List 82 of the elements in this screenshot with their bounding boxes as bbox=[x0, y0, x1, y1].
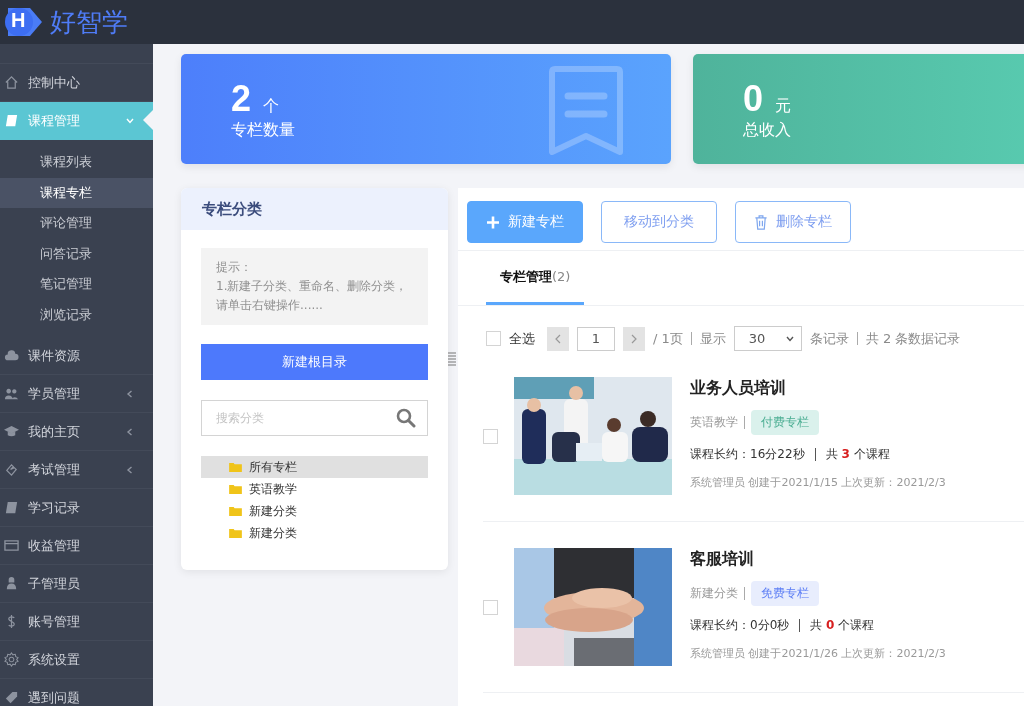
column-title[interactable]: 客服培训 bbox=[690, 549, 946, 577]
checkbox[interactable] bbox=[483, 428, 498, 444]
search-icon bbox=[396, 408, 416, 428]
sidebar-item[interactable]: 课件资源 bbox=[0, 337, 153, 375]
category-label: 新建分类 bbox=[690, 584, 738, 602]
stat-unit: 个 bbox=[263, 96, 280, 115]
per-page-label: 条记录 bbox=[809, 329, 849, 348]
sidebar-item[interactable]: 考试管理 bbox=[0, 451, 153, 489]
submenu-item[interactable]: 浏览记录 bbox=[0, 299, 153, 330]
select-all-label: 全选 bbox=[509, 329, 535, 348]
next-page-button[interactable] bbox=[623, 326, 645, 351]
duration-text: 课程长约：16分22秒 bbox=[690, 445, 805, 463]
plus-icon bbox=[486, 214, 500, 230]
submenu-item[interactable]: 笔记管理 bbox=[0, 269, 153, 300]
sidebar-item[interactable]: 账号管理 bbox=[0, 603, 153, 641]
tag-icon bbox=[4, 690, 19, 705]
active-pointer-icon bbox=[143, 110, 153, 130]
folder-icon bbox=[229, 506, 242, 516]
book-icon bbox=[4, 500, 19, 515]
stat-value: 2 bbox=[231, 78, 252, 119]
submenu-item[interactable]: 问答记录 bbox=[0, 238, 153, 269]
meta-text: 系统管理员 创建于2021/1/15 上次更新：2021/2/3 bbox=[690, 474, 946, 491]
sidebar-item[interactable]: 系统设置 bbox=[0, 641, 153, 679]
stat-value: 0 bbox=[743, 78, 764, 119]
users-icon bbox=[4, 386, 19, 401]
stat-unit: 元 bbox=[775, 96, 792, 115]
column-title[interactable]: 业务人员培训 bbox=[690, 378, 946, 406]
submenu-item[interactable]: 课程列表 bbox=[0, 147, 153, 178]
logo-letter: H bbox=[11, 9, 26, 32]
tree-item[interactable]: 英语教学 bbox=[201, 478, 428, 500]
tag: 付费专栏 bbox=[751, 409, 819, 435]
course-count: 共 3 个课程 bbox=[825, 445, 890, 463]
search-field[interactable]: 搜索分类 bbox=[201, 400, 428, 436]
sidebar-item[interactable]: 学员管理 bbox=[0, 375, 153, 413]
previous-page-button[interactable] bbox=[547, 326, 569, 351]
new-root-button[interactable]: 新建根目录 bbox=[201, 344, 428, 380]
folder-icon bbox=[229, 528, 242, 538]
course-count: 共 0 个课程 bbox=[810, 616, 875, 634]
page-input[interactable]: 1 bbox=[577, 326, 615, 351]
sidebar-item[interactable]: 收益管理 bbox=[0, 527, 153, 565]
panel-title: 专栏分类 bbox=[202, 199, 262, 219]
tree-item[interactable]: 新建分类 bbox=[201, 522, 428, 544]
stat-label: 总收入 bbox=[743, 120, 792, 141]
sidebar-item[interactable]: 遇到问题 bbox=[0, 679, 153, 706]
checkbox[interactable] bbox=[486, 331, 501, 346]
gear-icon bbox=[4, 652, 19, 667]
chevron-left-icon bbox=[125, 464, 135, 475]
bookmark-icon bbox=[546, 66, 626, 156]
tab[interactable]: 专栏管理(2) bbox=[486, 251, 585, 305]
total-records: 共 2 条数据记录 bbox=[865, 329, 961, 348]
show-label: 显示 bbox=[699, 329, 726, 348]
hint-text: 1.新建子分类、重命名、删除分类，请单击右键操作...... bbox=[216, 278, 409, 314]
submenu-item[interactable]: 课程专栏 bbox=[0, 177, 153, 208]
sidebar-item[interactable]: 我的主页 bbox=[0, 413, 153, 451]
tag: 免费专栏 bbox=[751, 580, 819, 606]
book-icon bbox=[4, 113, 19, 128]
submenu-item[interactable]: 评论管理 bbox=[0, 208, 153, 239]
folder-icon bbox=[229, 462, 242, 472]
chevron-left-icon bbox=[125, 388, 135, 399]
user-icon bbox=[4, 576, 19, 591]
app-name: 好智学 bbox=[50, 5, 128, 39]
sidebar-item[interactable]: 子管理员 bbox=[0, 565, 153, 603]
resize-handle-icon[interactable] bbox=[448, 352, 456, 368]
home-icon bbox=[4, 75, 19, 90]
cap-icon bbox=[4, 424, 19, 439]
cloud-icon bbox=[4, 348, 19, 363]
tree-item[interactable]: 新建分类 bbox=[201, 500, 428, 522]
folder-icon bbox=[229, 484, 242, 494]
stat-label: 专栏数量 bbox=[231, 120, 296, 141]
tree-item[interactable]: 所有专栏 bbox=[201, 456, 428, 478]
checkbox[interactable] bbox=[483, 599, 498, 615]
duration-text: 课程长约：0分0秒 bbox=[690, 616, 790, 634]
page-count: / 1页 bbox=[653, 329, 683, 348]
meta-text: 系统管理员 创建于2021/1/26 上次更新：2021/2/3 bbox=[690, 645, 946, 662]
logo-icon bbox=[4, 6, 44, 38]
page-size-select[interactable]: 30 bbox=[733, 326, 802, 351]
sidebar-item[interactable]: 学习记录 bbox=[0, 489, 153, 527]
category-label: 英语教学 bbox=[690, 413, 738, 431]
chevron-left-icon bbox=[125, 426, 135, 437]
card-icon bbox=[4, 538, 19, 553]
hint-text: 提示： bbox=[216, 259, 253, 276]
trash-icon bbox=[754, 214, 768, 230]
